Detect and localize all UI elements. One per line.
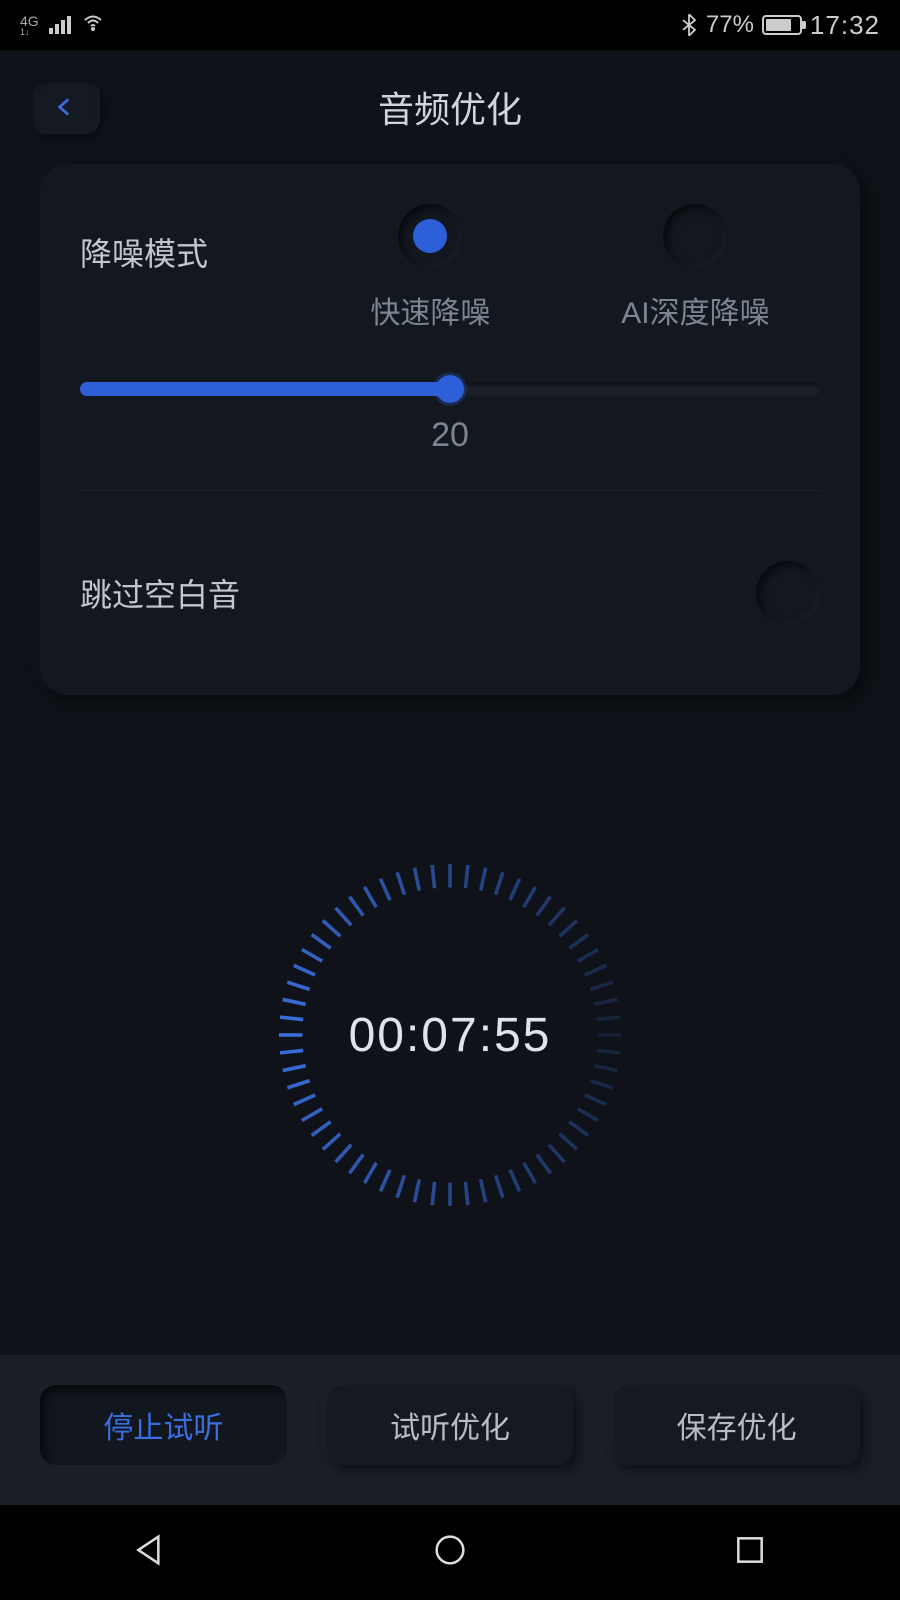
- option-label: 快速降噪: [370, 288, 490, 332]
- battery-icon: [762, 15, 802, 35]
- bluetooth-icon: [680, 13, 698, 37]
- chevron-left-icon: [52, 94, 78, 120]
- clock: 17:32: [810, 10, 880, 41]
- button-label: 停止试听: [103, 1403, 223, 1447]
- network-indicator: 4G 1↓: [20, 14, 39, 37]
- radio-icon: [663, 204, 727, 268]
- back-button[interactable]: [30, 80, 100, 134]
- square-recent-icon: [730, 1530, 770, 1570]
- save-optimize-button[interactable]: 保存优化: [613, 1385, 860, 1465]
- nav-back-button[interactable]: [130, 1530, 170, 1575]
- noise-mode-label: 降噪模式: [80, 204, 280, 275]
- page-title: 音频优化: [378, 81, 522, 133]
- status-bar: 4G 1↓ 77% 17:32: [0, 0, 900, 50]
- stop-preview-button[interactable]: 停止试听: [40, 1385, 287, 1465]
- nav-home-button[interactable]: [430, 1530, 470, 1575]
- option-ai-denoise[interactable]: AI深度降噪: [621, 204, 769, 332]
- circle-home-icon: [430, 1530, 470, 1570]
- timer-area: 00:07:55: [0, 715, 900, 1355]
- noise-slider: 20: [80, 382, 820, 455]
- timer-display: 00:07:55: [349, 1008, 552, 1063]
- status-right: 77% 17:32: [680, 10, 880, 41]
- signal-icon: [49, 16, 71, 34]
- divider: [80, 490, 820, 491]
- android-nav-bar: [0, 1505, 900, 1600]
- noise-mode-row: 降噪模式 快速降噪 AI深度降噪: [80, 204, 820, 332]
- button-label: 试听优化: [390, 1403, 510, 1447]
- nav-recent-button[interactable]: [730, 1530, 770, 1575]
- triangle-back-icon: [130, 1530, 170, 1570]
- slider-value: 20: [431, 416, 469, 455]
- header: 音频优化: [0, 50, 900, 164]
- noise-mode-options: 快速降噪 AI深度降噪: [320, 204, 820, 332]
- skip-silence-row: 跳过空白音: [80, 541, 820, 635]
- network-label: 4G: [20, 14, 39, 28]
- battery-percentage: 77%: [706, 11, 754, 39]
- option-label: AI深度降噪: [621, 288, 769, 332]
- status-left: 4G 1↓: [20, 10, 105, 40]
- radio-icon: [398, 204, 462, 268]
- preview-optimize-button[interactable]: 试听优化: [327, 1385, 574, 1465]
- wifi-icon: [81, 10, 105, 40]
- bottom-action-bar: 停止试听 试听优化 保存优化: [0, 1355, 900, 1505]
- slider-thumb[interactable]: [436, 375, 464, 403]
- timer-dial: 00:07:55: [270, 855, 630, 1215]
- slider-track[interactable]: [80, 382, 820, 396]
- option-fast-denoise[interactable]: 快速降噪: [370, 204, 490, 332]
- battery-fill: [766, 19, 791, 31]
- button-label: 保存优化: [677, 1403, 797, 1447]
- slider-fill: [80, 382, 450, 396]
- settings-card: 降噪模式 快速降噪 AI深度降噪 20 跳过空白音: [40, 164, 860, 695]
- network-sublabel: 1↓: [20, 28, 39, 37]
- skip-silence-toggle[interactable]: [756, 561, 820, 625]
- skip-silence-label: 跳过空白音: [80, 570, 240, 616]
